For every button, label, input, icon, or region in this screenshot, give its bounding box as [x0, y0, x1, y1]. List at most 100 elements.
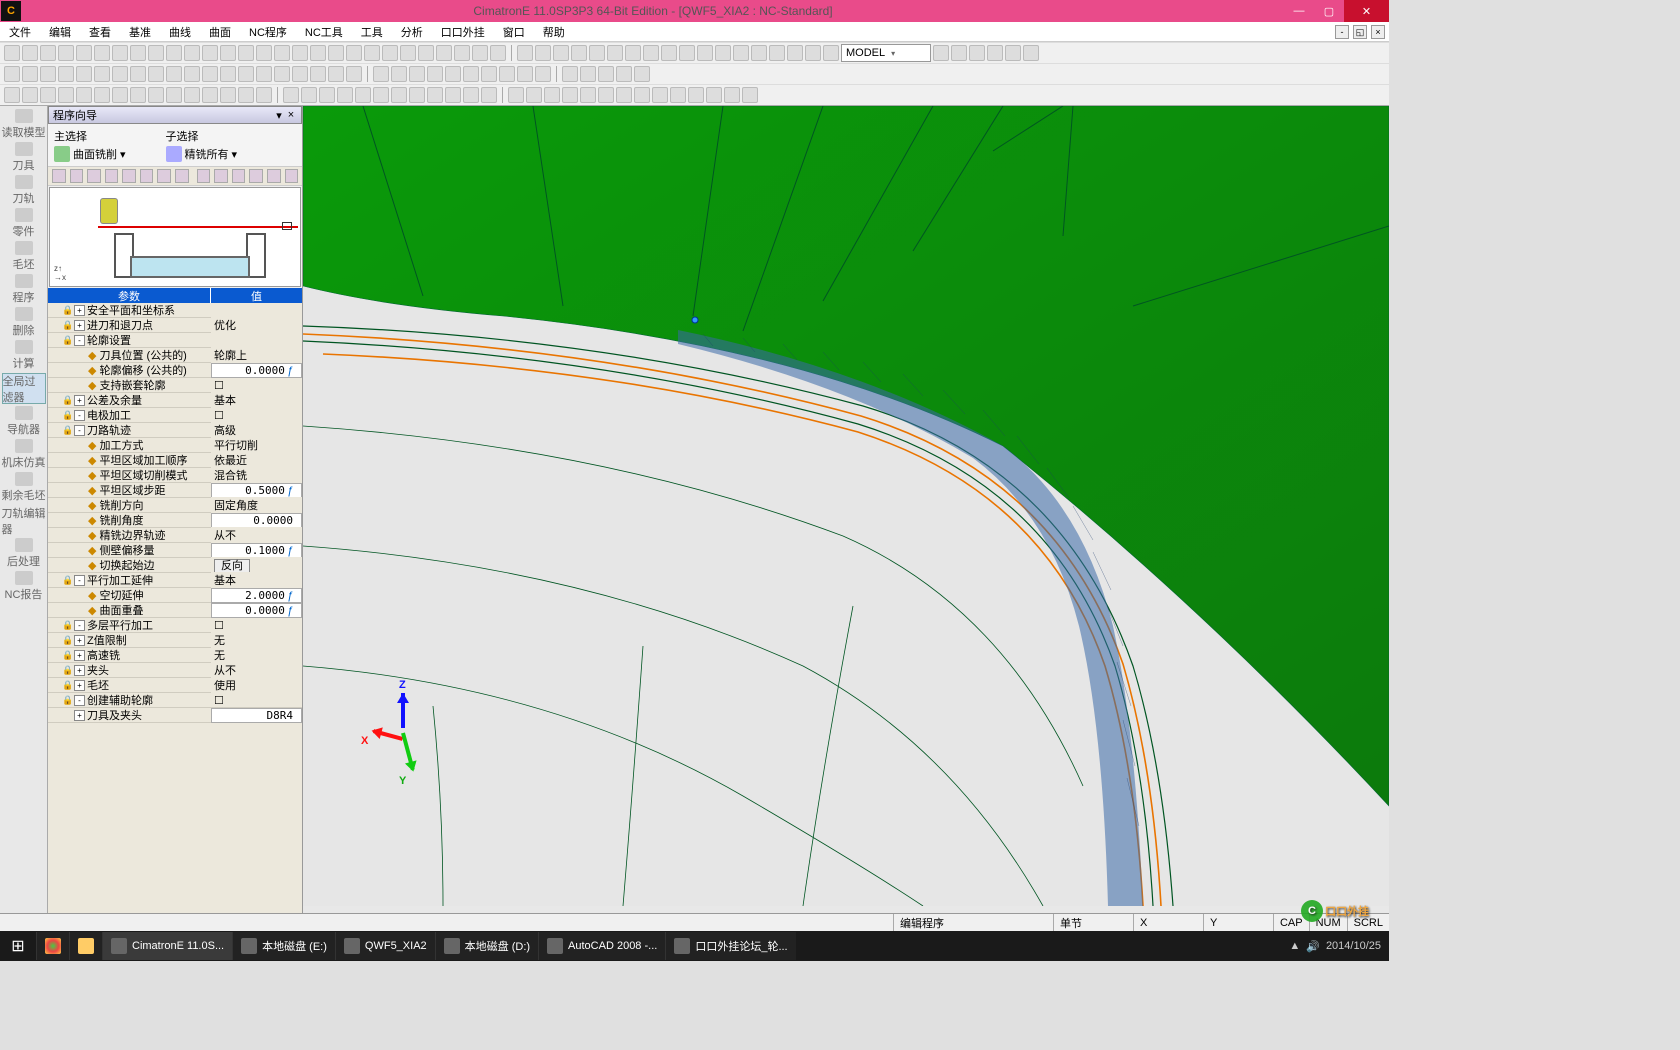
toolbar-button[interactable] — [58, 45, 74, 61]
taskbar-item[interactable]: AutoCAD 2008 -... — [538, 932, 665, 960]
param-row[interactable]: 🔒-多层平行加工 — [48, 618, 302, 633]
toolbar-button[interactable] — [427, 66, 443, 82]
toolbar-button[interactable] — [490, 45, 506, 61]
toolbar-button[interactable] — [256, 66, 272, 82]
toolbar-button[interactable] — [427, 87, 443, 103]
toolbar-button[interactable] — [310, 45, 326, 61]
param-value[interactable]: 从不 — [211, 527, 302, 543]
toolbar-button[interactable] — [670, 87, 686, 103]
param-value[interactable]: 0.0000 — [211, 513, 302, 528]
wizard-tool-button[interactable] — [249, 169, 263, 183]
toolbar-button[interactable] — [697, 45, 713, 61]
expand-icon[interactable]: + — [74, 710, 85, 721]
toolbar-button[interactable] — [598, 66, 614, 82]
wizard-tool-button[interactable] — [175, 169, 189, 183]
menu-工具[interactable]: 工具 — [352, 22, 392, 42]
toolbar-button[interactable] — [436, 45, 452, 61]
toolbar-button[interactable] — [607, 45, 623, 61]
param-value[interactable]: 2.0000ƒ — [211, 588, 302, 603]
param-value[interactable]: 固定角度 — [211, 497, 302, 513]
toolbar-button[interactable] — [688, 87, 704, 103]
toolbar-button[interactable] — [184, 45, 200, 61]
toolbar-button[interactable] — [274, 45, 290, 61]
menu-窗口[interactable]: 窗口 — [494, 22, 534, 42]
param-row[interactable]: 🔒-刀路轨迹 高级 — [48, 423, 302, 438]
toolbar-button[interactable] — [634, 87, 650, 103]
taskbar-item[interactable]: 本地磁盘 (E:) — [232, 932, 335, 960]
toolbar-button[interactable] — [202, 45, 218, 61]
vtab-刀具[interactable]: 刀具 — [2, 142, 46, 173]
vtab-全局过滤器[interactable]: 全局过滤器 — [2, 373, 46, 404]
param-row[interactable]: 🔒-电极加工 — [48, 408, 302, 423]
expand-icon[interactable]: + — [74, 650, 85, 661]
toolbar-button[interactable] — [951, 45, 967, 61]
toolbar-button[interactable] — [319, 87, 335, 103]
toolbar-button[interactable] — [562, 87, 578, 103]
param-row[interactable]: ◆精铣边界轨迹 从不 — [48, 528, 302, 543]
toolbar-button[interactable] — [22, 45, 38, 61]
toolbar-button[interactable] — [751, 45, 767, 61]
toolbar-button[interactable] — [355, 87, 371, 103]
param-row[interactable]: 🔒+安全平面和坐标系 — [48, 303, 302, 318]
toolbar-button[interactable] — [373, 66, 389, 82]
toolbar-button[interactable] — [346, 66, 362, 82]
toolbar-button[interactable] — [373, 87, 389, 103]
param-value[interactable]: 从不 — [211, 662, 302, 678]
vtab-NC报告[interactable]: NC报告 — [2, 571, 46, 602]
orientation-gizmo[interactable]: Z X Y — [363, 693, 443, 793]
toolbar-button[interactable] — [598, 87, 614, 103]
param-value[interactable] — [211, 694, 302, 707]
wizard-tool-button[interactable] — [285, 169, 299, 183]
param-row[interactable]: 🔒+夹头 从不 — [48, 663, 302, 678]
wizard-tool-button[interactable] — [214, 169, 228, 183]
expand-icon[interactable]: + — [74, 635, 85, 646]
toolbar-button[interactable] — [238, 87, 254, 103]
toolbar-button[interactable] — [4, 45, 20, 61]
toolbar-button[interactable] — [400, 45, 416, 61]
vtab-机床仿真[interactable]: 机床仿真 — [2, 439, 46, 470]
menu-NC工具[interactable]: NC工具 — [296, 22, 352, 42]
expand-icon[interactable]: + — [74, 395, 85, 406]
toolbar-button[interactable] — [562, 66, 578, 82]
param-value[interactable]: 基本 — [211, 392, 302, 408]
main-selection-dropdown[interactable]: 曲面铣削▾ — [54, 146, 126, 162]
toolbar-button[interactable] — [499, 66, 515, 82]
taskbar-item[interactable]: CimatronE 11.0S... — [102, 932, 232, 960]
toolbar-button[interactable] — [22, 87, 38, 103]
menu-口口外挂[interactable]: 口口外挂 — [432, 22, 494, 42]
taskbar-item[interactable]: 口口外挂论坛_轮... — [665, 932, 795, 960]
toolbar-button[interactable] — [517, 66, 533, 82]
toolbar-button[interactable] — [76, 87, 92, 103]
mdi-close-button[interactable]: × — [1371, 25, 1385, 39]
parameter-table[interactable]: 🔒+安全平面和坐标系 🔒+进刀和退刀点 优化 🔒-轮廓设置 ◆刀具位置 (公共的… — [48, 303, 302, 913]
pin-icon[interactable]: ▾ — [273, 109, 285, 122]
param-row[interactable]: 🔒+Z值限制 无 — [48, 633, 302, 648]
menu-帮助[interactable]: 帮助 — [534, 22, 574, 42]
toolbar-button[interactable] — [535, 45, 551, 61]
toolbar-button[interactable] — [4, 87, 20, 103]
param-value[interactable]: 高级 — [211, 422, 302, 438]
toolbar-button[interactable] — [76, 45, 92, 61]
3d-viewport[interactable]: Z X Y — [303, 106, 1389, 913]
toolbar-button[interactable] — [22, 66, 38, 82]
toolbar-button[interactable] — [526, 87, 542, 103]
toolbar-button[interactable] — [634, 66, 650, 82]
param-value[interactable]: D8R4 — [211, 708, 302, 723]
toolbar-button[interactable] — [508, 87, 524, 103]
param-row[interactable]: ◆轮廓偏移 (公共的) 0.0000ƒ — [48, 363, 302, 378]
param-value[interactable]: 0.0000ƒ — [211, 603, 302, 618]
param-row[interactable]: ◆铣削角度 0.0000 — [48, 513, 302, 528]
param-value[interactable] — [211, 619, 302, 632]
toolbar-button[interactable] — [58, 66, 74, 82]
toolbar-button[interactable] — [553, 45, 569, 61]
menu-曲面[interactable]: 曲面 — [200, 22, 240, 42]
expand-icon[interactable]: - — [74, 695, 85, 706]
toolbar-button[interactable] — [94, 66, 110, 82]
toolbar-button[interactable] — [724, 87, 740, 103]
toolbar-button[interactable] — [283, 87, 299, 103]
param-row[interactable]: 🔒+高速铣 无 — [48, 648, 302, 663]
toolbar-button[interactable] — [409, 87, 425, 103]
param-value[interactable]: 基本 — [211, 572, 302, 588]
param-row[interactable]: 🔒-平行加工延伸 基本 — [48, 573, 302, 588]
wizard-tool-button[interactable] — [87, 169, 101, 183]
